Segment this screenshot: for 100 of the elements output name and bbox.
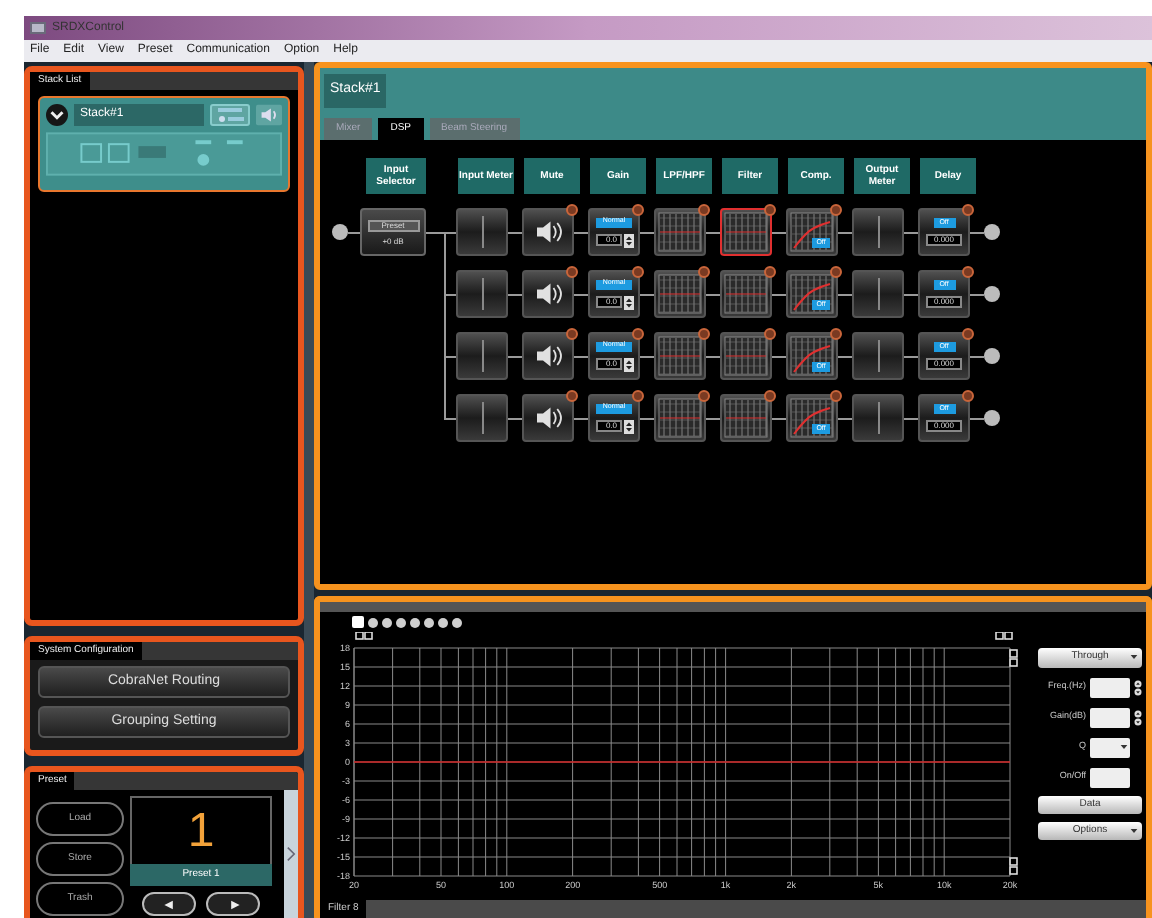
- connector-line: [772, 231, 786, 233]
- connector-line: [640, 355, 654, 357]
- triangle-left-icon: [159, 897, 179, 911]
- zoom-handle-icon[interactable]: [355, 632, 373, 640]
- meter-block[interactable]: [456, 394, 508, 442]
- connector-line: [838, 355, 852, 357]
- previous-button[interactable]: [142, 892, 196, 916]
- connector-line: [508, 293, 522, 295]
- connector-line: [904, 293, 918, 295]
- lpf-hpf-block[interactable]: [654, 332, 706, 380]
- indicator-icon[interactable]: [764, 204, 776, 216]
- indicator-icon[interactable]: [764, 328, 776, 340]
- connector-line: [772, 417, 786, 419]
- meter-block[interactable]: [456, 332, 508, 380]
- indicator-icon[interactable]: [830, 266, 842, 278]
- lpf-hpf-block[interactable]: [654, 394, 706, 442]
- response-graph-icon: [724, 212, 768, 252]
- spinner-icon[interactable]: [1134, 677, 1142, 697]
- speaker-icon: [533, 344, 563, 368]
- connector-line: [640, 231, 654, 233]
- compressor-curve-icon: [790, 398, 834, 438]
- zoom-handle-icon[interactable]: [1009, 857, 1018, 875]
- mute-block[interactable]: [522, 270, 574, 318]
- output-node: [984, 224, 1000, 240]
- value-field[interactable]: [1090, 677, 1130, 697]
- connector-line: [838, 293, 852, 295]
- connector-line: [508, 355, 522, 357]
- meter-block[interactable]: [852, 394, 904, 442]
- connector-line: [772, 293, 786, 295]
- indicator-icon[interactable]: [830, 390, 842, 402]
- mute-block[interactable]: [522, 394, 574, 442]
- connector-line: [970, 293, 984, 295]
- indicator-icon[interactable]: [566, 266, 578, 278]
- connector-line: [574, 355, 588, 357]
- indicator-icon[interactable]: [566, 328, 578, 340]
- response-graph-icon: [658, 274, 702, 314]
- response-graph-icon: [724, 336, 768, 376]
- filter-block[interactable]: [720, 270, 772, 318]
- meter-block[interactable]: [852, 270, 904, 318]
- value-field[interactable]: [1090, 767, 1130, 787]
- speaker-icon: [533, 282, 563, 306]
- indicator-icon[interactable]: [698, 266, 710, 278]
- meter-block[interactable]: [852, 208, 904, 256]
- lpf-hpf-block[interactable]: [654, 208, 706, 256]
- compressor-curve-icon: [790, 336, 834, 376]
- indicator-icon[interactable]: [962, 204, 974, 216]
- spinner-icon[interactable]: [623, 357, 633, 371]
- meter-block[interactable]: [852, 332, 904, 380]
- indicator-icon[interactable]: [962, 266, 974, 278]
- connector-line: [444, 355, 456, 357]
- connector-line: [444, 293, 456, 295]
- indicator-icon[interactable]: [962, 328, 974, 340]
- indicator-icon[interactable]: [632, 328, 644, 340]
- indicator-icon[interactable]: [566, 390, 578, 402]
- indicator-icon[interactable]: [566, 204, 578, 216]
- indicator-icon[interactable]: [764, 266, 776, 278]
- indicator-icon[interactable]: [632, 204, 644, 216]
- connector-line: [970, 355, 984, 357]
- filter-block[interactable]: [720, 332, 772, 380]
- lpf-hpf-block[interactable]: [654, 270, 706, 318]
- zoom-handle-icon[interactable]: [995, 632, 1013, 640]
- connector-line: [838, 231, 852, 233]
- spinner-icon[interactable]: [623, 233, 633, 247]
- output-node: [984, 286, 1000, 302]
- filter-block[interactable]: [720, 208, 772, 256]
- connector-line: [838, 417, 852, 419]
- indicator-icon[interactable]: [764, 390, 776, 402]
- value-field[interactable]: [1090, 707, 1130, 727]
- connector-line: [706, 293, 720, 295]
- connector-line: [706, 417, 720, 419]
- spinner-icon[interactable]: [623, 419, 633, 433]
- zoom-handle-icon[interactable]: [1009, 649, 1018, 667]
- indicator-icon[interactable]: [632, 266, 644, 278]
- mute-block[interactable]: [522, 332, 574, 380]
- filter-block[interactable]: [720, 394, 772, 442]
- indicator-icon[interactable]: [962, 390, 974, 402]
- spinner-icon[interactable]: [1134, 707, 1142, 727]
- indicator-icon[interactable]: [698, 204, 710, 216]
- app-icon: [30, 22, 46, 34]
- indicator-icon[interactable]: [830, 204, 842, 216]
- collapse-handle[interactable]: [284, 790, 298, 918]
- connector-line: [640, 417, 654, 419]
- output-node: [984, 410, 1000, 426]
- speaker-icon[interactable]: [256, 104, 282, 126]
- connector-line: [348, 231, 360, 233]
- chevron-right-icon: [286, 846, 296, 862]
- meter-block[interactable]: [456, 270, 508, 318]
- meter-block[interactable]: [456, 208, 508, 256]
- chevron-down-icon[interactable]: [46, 104, 68, 126]
- indicator-icon[interactable]: [632, 390, 644, 402]
- indicator-icon[interactable]: [698, 390, 710, 402]
- indicator-icon[interactable]: [698, 328, 710, 340]
- connector-line: [970, 417, 984, 419]
- mute-block[interactable]: [522, 208, 574, 256]
- spinner-icon[interactable]: [623, 295, 633, 309]
- response-graph-icon: [658, 336, 702, 376]
- value-field[interactable]: [1090, 737, 1130, 757]
- next-button[interactable]: [206, 892, 260, 916]
- indicator-icon[interactable]: [830, 328, 842, 340]
- connector-line: [574, 231, 588, 233]
